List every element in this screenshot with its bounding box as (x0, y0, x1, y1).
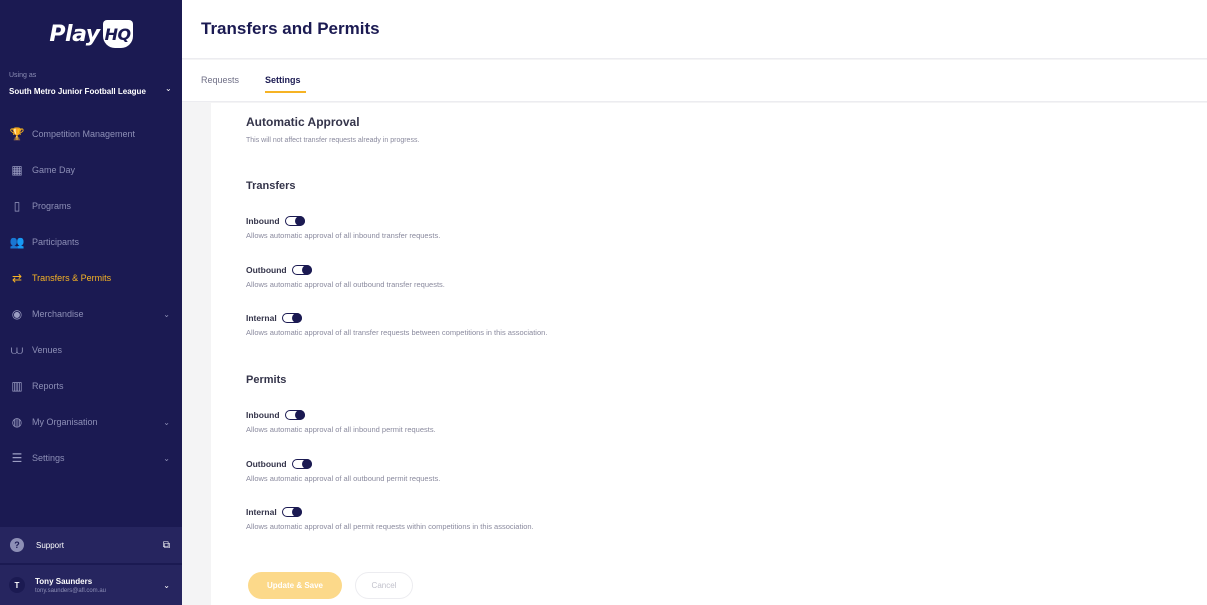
chevron-down-icon: ⌄ (163, 417, 170, 427)
chevron-down-icon: ⌄ (163, 309, 170, 319)
permits-heading: Permits (246, 374, 287, 386)
permits-inbound-desc: Allows automatic approval of all inbound… (246, 425, 436, 434)
update-save-button[interactable]: Update & Save (248, 572, 342, 599)
transfers-outbound-desc: Allows automatic approval of all outboun… (246, 280, 445, 289)
avatar: T (9, 577, 25, 593)
support-link[interactable]: ? Support ⧉ (0, 527, 182, 563)
sidebar-item-my-organisation[interactable]: ◍ My Organisation ⌄ (0, 404, 182, 440)
page-header: Transfers and Permits (182, 0, 1207, 59)
permits-outbound-toggle[interactable] (291, 458, 312, 469)
book-icon: ▯ (13, 199, 21, 213)
playhq-logo[interactable]: Play HQ (0, 0, 182, 68)
sidebar-item-label: Merchandise (32, 309, 84, 319)
globe-icon: ◍ (11, 415, 23, 429)
sidebar-item-competition-management[interactable]: 🏆 Competition Management (0, 116, 182, 152)
sliders-icon: ☰ (11, 451, 23, 465)
permits-internal-label: Internal (246, 507, 277, 517)
chevron-down-icon: ⌄ (163, 453, 170, 463)
sidebar-item-label: Reports (32, 381, 64, 391)
permits-outbound-desc: Allows automatic approval of all outboun… (246, 474, 441, 483)
transfers-inbound-label: Inbound (246, 216, 280, 226)
transfers-heading: Transfers (246, 180, 296, 192)
report-icon: ▥ (11, 379, 23, 393)
main-area: Transfers and Permits Requests Settings … (182, 0, 1207, 605)
sidebar-item-label: Participants (32, 237, 80, 247)
tab-bar: Requests Settings (182, 60, 1207, 102)
people-icon: 👥 (9, 235, 25, 249)
sidebar-item-label: My Organisation (32, 417, 98, 427)
section-title-automatic-approval: Automatic Approval (246, 115, 360, 129)
transfers-internal-toggle[interactable] (281, 312, 302, 323)
tab-requests[interactable]: Requests (201, 75, 239, 85)
permits-inbound-label: Inbound (246, 410, 280, 420)
transfers-inbound-toggle[interactable] (284, 215, 305, 226)
sidebar-item-venues[interactable]: ⩊ Venues (0, 332, 182, 368)
logo-badge: HQ (102, 20, 133, 48)
transfers-internal-desc: Allows automatic approval of all transfe… (246, 328, 548, 337)
sidebar-item-settings[interactable]: ☰ Settings ⌄ (0, 440, 182, 476)
org-label: Using as (9, 72, 37, 79)
transfers-inbound-desc: Allows automatic approval of all inbound… (246, 231, 441, 240)
scoreboard-icon: ▦ (11, 163, 23, 177)
sidebar-item-participants[interactable]: 👥 Participants (0, 224, 182, 260)
sidebar-item-transfers-permits[interactable]: ⇄ Transfers & Permits (0, 260, 182, 296)
settings-panel: Automatic Approval This will not affect … (211, 103, 1207, 605)
sidebar-item-label: Game Day (32, 165, 76, 175)
transfers-outbound-toggle[interactable] (291, 264, 312, 275)
page-title: Transfers and Permits (201, 19, 380, 38)
permits-outbound-label: Outbound (246, 459, 287, 469)
external-link-icon: ⧉ (162, 539, 170, 551)
shirt-icon: ◉ (11, 307, 23, 321)
chevron-down-icon[interactable]: ⌄ (165, 84, 172, 93)
chevron-down-icon: ⌄ (163, 580, 170, 590)
tab-settings[interactable]: Settings (265, 75, 301, 85)
trophy-icon: 🏆 (9, 127, 25, 141)
transfer-arrows-icon: ⇄ (11, 271, 23, 285)
sidebar: Play HQ Using as South Metro Junior Foot… (0, 0, 182, 605)
sidebar-item-game-day[interactable]: ▦ Game Day (0, 152, 182, 188)
sidebar-item-label: Venues (32, 345, 63, 355)
sidebar-item-label: Settings (32, 453, 65, 463)
active-tab-indicator (265, 91, 306, 93)
sidebar-nav: 🏆 Competition Management ▦ Game Day ▯ Pr… (0, 116, 182, 476)
sidebar-item-label: Programs (32, 201, 72, 211)
sidebar-item-programs[interactable]: ▯ Programs (0, 188, 182, 224)
user-email: tony.saunders@afl.com.au (35, 587, 107, 594)
sidebar-item-merchandise[interactable]: ◉ Merchandise ⌄ (0, 296, 182, 332)
permits-internal-toggle[interactable] (281, 506, 302, 517)
question-icon: ? (10, 538, 24, 552)
section-subtext: This will not affect transfer requests a… (246, 137, 420, 144)
user-name: Tony Saunders (35, 576, 93, 586)
user-menu[interactable]: T Tony Saunders tony.saunders@afl.com.au… (0, 565, 182, 605)
cancel-button[interactable]: Cancel (355, 572, 413, 599)
stadium-icon: ⩊ (10, 342, 24, 357)
sidebar-item-reports[interactable]: ▥ Reports (0, 368, 182, 404)
transfers-outbound-label: Outbound (246, 265, 287, 275)
permits-inbound-toggle[interactable] (284, 409, 305, 420)
logo-text: Play (49, 21, 100, 47)
transfers-internal-label: Internal (246, 313, 277, 323)
support-label: Support (36, 540, 65, 550)
permits-internal-desc: Allows automatic approval of all permit … (246, 522, 534, 531)
org-selector[interactable]: South Metro Junior Football League (9, 87, 146, 96)
sidebar-item-label: Competition Management (32, 129, 136, 139)
sidebar-item-label: Transfers & Permits (32, 273, 112, 283)
